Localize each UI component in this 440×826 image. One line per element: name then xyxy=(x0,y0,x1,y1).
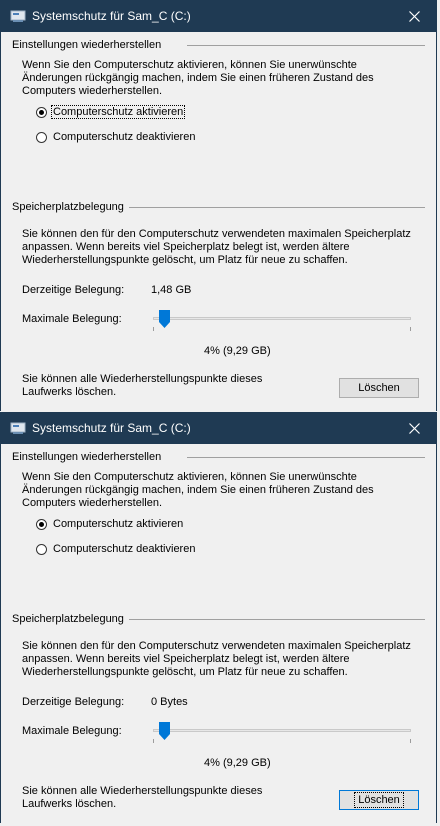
drive-icon xyxy=(10,421,26,435)
delete-description: Sie können alle Wiederherstellungspunkte… xyxy=(22,785,263,810)
current-usage-label: Derzeitige Belegung: xyxy=(22,284,125,296)
close-icon[interactable] xyxy=(392,0,436,32)
group-divider xyxy=(187,45,425,46)
delete-button-label: Löschen xyxy=(354,792,404,808)
window-title: Systemschutz für Sam_C (C:) xyxy=(32,9,191,23)
slider-tick xyxy=(410,327,411,331)
current-usage-value: 1,48 GB xyxy=(151,284,192,296)
slider-tick xyxy=(153,327,154,331)
current-usage-value: 0 Bytes xyxy=(151,696,188,708)
radio-dot xyxy=(39,109,44,115)
drive-icon xyxy=(10,9,26,23)
disk-group-title: Speicherplatzbelegung xyxy=(12,613,124,625)
radio-enable-label[interactable]: Computerschutz aktivieren xyxy=(52,518,184,530)
disk-group-title: Speicherplatzbelegung xyxy=(12,201,124,213)
delete-button[interactable]: Löschen xyxy=(339,378,419,398)
system-protection-dialog: Systemschutz für Sam_C (C:) Einstellunge… xyxy=(0,412,437,823)
slider-tick xyxy=(153,739,154,743)
current-usage-label: Derzeitige Belegung: xyxy=(22,696,125,708)
slider-thumb[interactable] xyxy=(159,722,170,740)
group-divider xyxy=(129,207,425,208)
group-divider xyxy=(187,457,425,458)
slider-thumb[interactable] xyxy=(159,310,170,328)
title-bar[interactable]: Systemschutz für Sam_C (C:) xyxy=(1,412,436,444)
radio-disable-label[interactable]: Computerschutz deaktivieren xyxy=(52,131,196,143)
radio-circle[interactable] xyxy=(36,106,47,118)
radio-enable-label[interactable]: Computerschutz aktivieren xyxy=(50,105,186,119)
disk-description: Sie können den für den Computerschutz ve… xyxy=(22,640,411,678)
radio-circle[interactable] xyxy=(36,518,47,530)
radio-circle[interactable] xyxy=(36,543,47,555)
slider-value-text: 4% (9,29 GB) xyxy=(204,345,271,357)
close-icon[interactable] xyxy=(392,412,436,444)
restore-description: Wenn Sie den Computerschutz aktivieren, … xyxy=(22,59,374,97)
radio-dot xyxy=(39,521,44,527)
restore-group-title: Einstellungen wiederherstellen xyxy=(12,39,162,51)
slider-tick xyxy=(410,739,411,743)
max-usage-label: Maximale Belegung: xyxy=(22,313,122,325)
max-usage-label: Maximale Belegung: xyxy=(22,725,122,737)
slider-track[interactable] xyxy=(153,317,411,320)
radio-disable-protection[interactable]: Computerschutz deaktivieren xyxy=(36,129,196,145)
radio-enable-protection[interactable]: Computerschutz aktivieren xyxy=(36,104,186,120)
delete-button-label: Löschen xyxy=(358,382,400,394)
delete-description: Sie können alle Wiederherstellungspunkte… xyxy=(22,373,263,398)
title-bar[interactable]: Systemschutz für Sam_C (C:) xyxy=(1,0,436,32)
restore-description: Wenn Sie den Computerschutz aktivieren, … xyxy=(22,471,374,509)
system-protection-dialog: Systemschutz für Sam_C (C:) Einstellunge… xyxy=(0,0,437,411)
radio-enable-protection[interactable]: Computerschutz aktivieren xyxy=(36,516,184,532)
radio-disable-protection[interactable]: Computerschutz deaktivieren xyxy=(36,541,196,557)
slider-value-text: 4% (9,29 GB) xyxy=(204,757,271,769)
disk-description: Sie können den für den Computerschutz ve… xyxy=(22,228,411,266)
delete-button[interactable]: Löschen xyxy=(339,790,419,810)
slider-track[interactable] xyxy=(153,729,411,732)
window-title: Systemschutz für Sam_C (C:) xyxy=(32,421,191,435)
radio-disable-label[interactable]: Computerschutz deaktivieren xyxy=(52,543,196,555)
group-divider xyxy=(129,619,425,620)
radio-circle[interactable] xyxy=(36,131,47,143)
restore-group-title: Einstellungen wiederherstellen xyxy=(12,451,162,463)
